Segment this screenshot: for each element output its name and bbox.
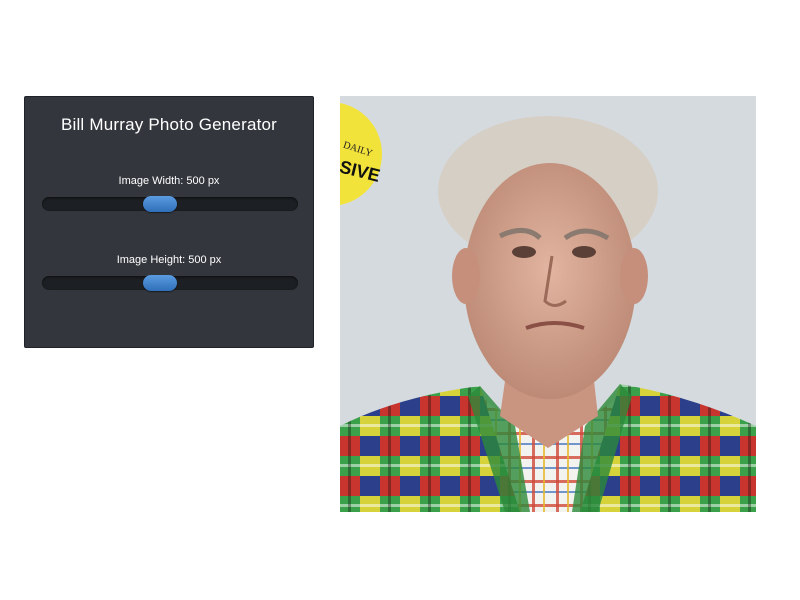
face — [464, 163, 636, 399]
height-slider-track[interactable] — [42, 275, 298, 291]
width-slider-thumb[interactable] — [142, 196, 177, 212]
width-slider-track[interactable] — [42, 196, 298, 212]
generator-panel: Bill Murray Photo Generator Image Width:… — [24, 96, 314, 348]
width-slider-label: Image Width: 500 px — [118, 175, 220, 187]
height-slider-thumb[interactable] — [142, 275, 177, 291]
generated-photo: DAILY SIVE — [340, 96, 756, 512]
height-slider-label: Image Height: 500 px — [116, 254, 222, 266]
panel-title: Bill Murray Photo Generator — [60, 115, 278, 134]
